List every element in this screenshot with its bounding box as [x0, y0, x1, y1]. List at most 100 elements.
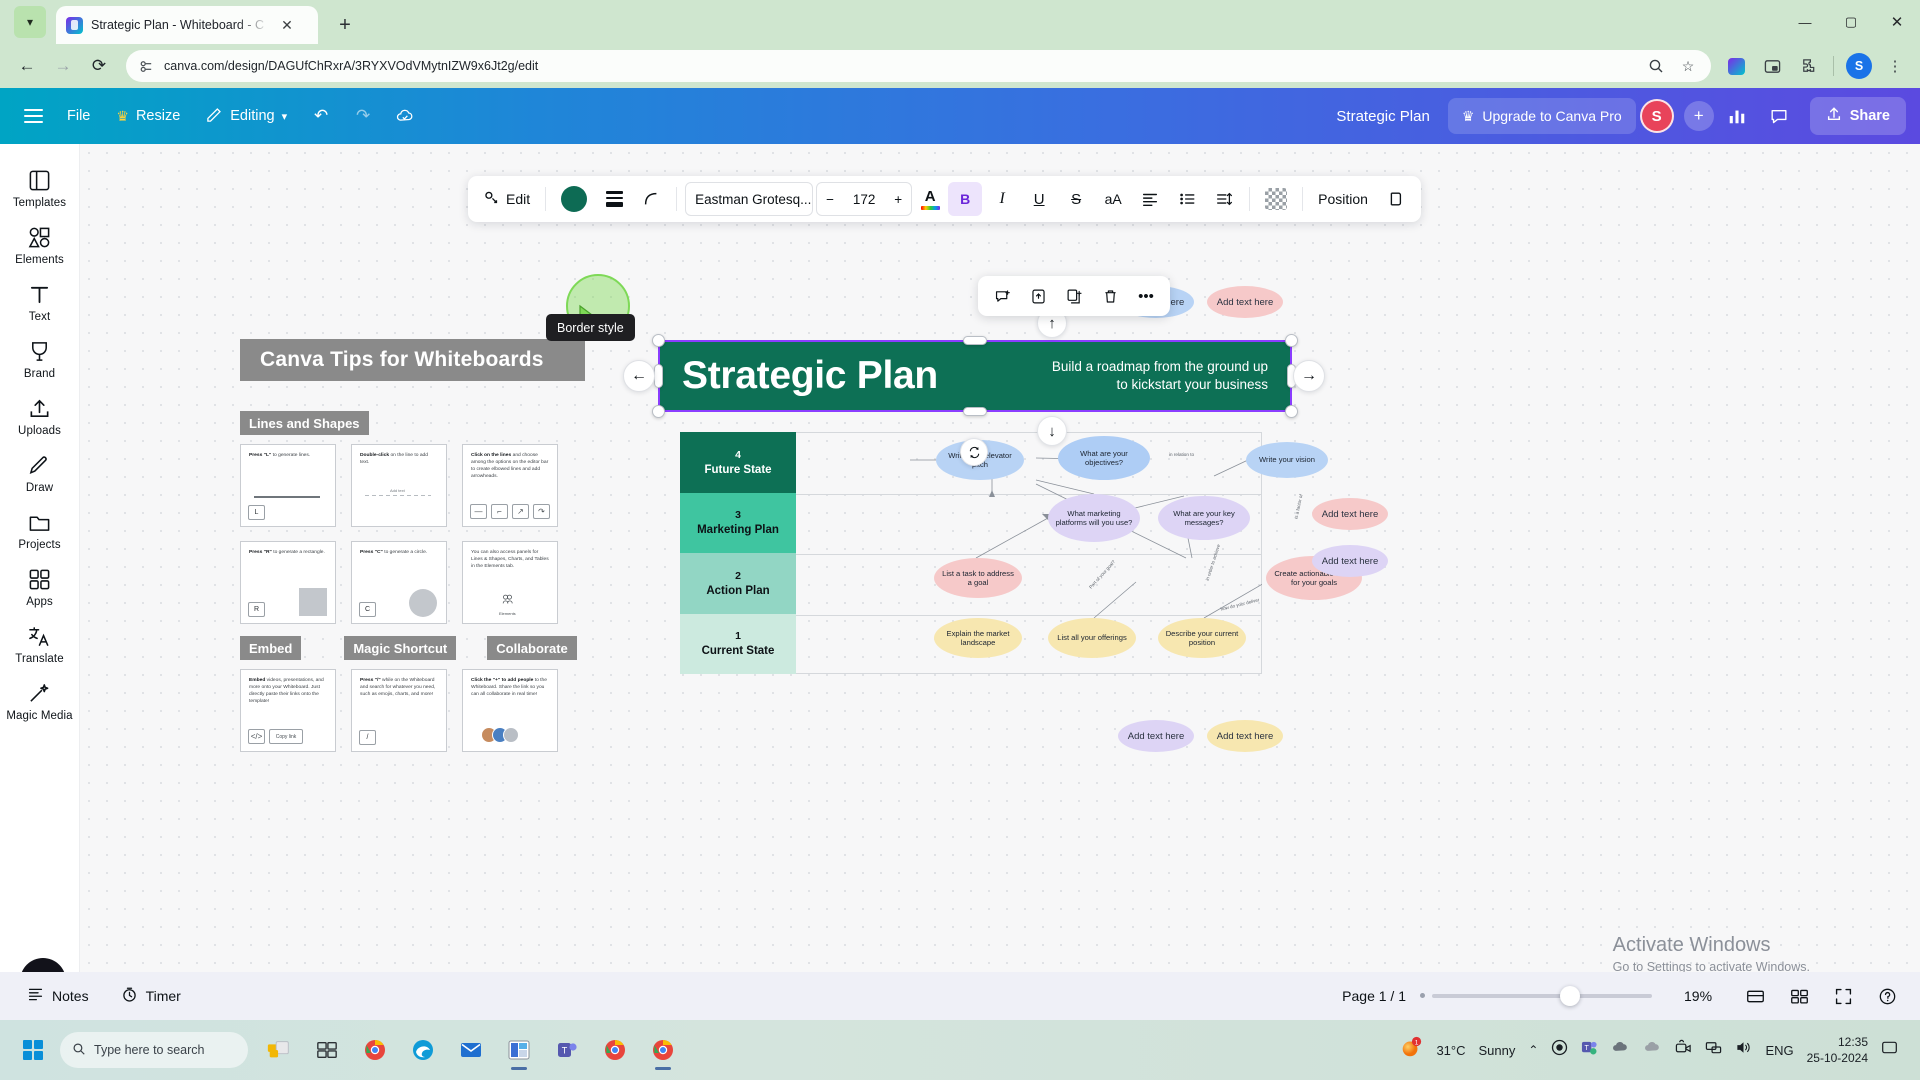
- extensions-puzzle-icon[interactable]: [1793, 51, 1823, 81]
- next-page-arrow[interactable]: →: [1293, 360, 1325, 392]
- matrix-row-marketing-plan[interactable]: 3 Marketing Plan: [680, 492, 796, 553]
- tray-onedrive-grey-icon[interactable]: [1611, 1038, 1630, 1062]
- sidebar-item-magic-media[interactable]: Magic Media: [3, 671, 77, 728]
- line-spacing-button[interactable]: [1207, 182, 1241, 216]
- chrome-menu-icon[interactable]: ⋮: [1880, 51, 1910, 81]
- sidebar-item-apps[interactable]: Apps: [3, 557, 77, 614]
- sidebar-item-uploads[interactable]: Uploads: [3, 386, 77, 443]
- tray-onedrive-icon[interactable]: [1643, 1038, 1662, 1062]
- reload-icon[interactable]: ⟳: [82, 49, 116, 83]
- sidebar-item-text[interactable]: Text: [3, 272, 77, 329]
- matrix-node[interactable]: What marketing platforms will you use?: [1048, 494, 1140, 542]
- sticky-note[interactable]: Add text here: [1207, 720, 1283, 752]
- line-curve-button[interactable]: [634, 182, 668, 216]
- weather-desc[interactable]: Sunny: [1479, 1043, 1516, 1058]
- tip-card[interactable]: Press "R" to generate a rectangle. R: [240, 541, 336, 624]
- main-menu-icon[interactable]: [14, 97, 52, 135]
- tray-record-icon[interactable]: [1551, 1039, 1568, 1061]
- tray-expand-icon[interactable]: ⌃: [1528, 1043, 1538, 1057]
- sidebar-item-draw[interactable]: Draw: [3, 443, 77, 500]
- matrix-row-future-state[interactable]: 4 Future State: [680, 432, 796, 493]
- comment-icon[interactable]: [986, 280, 1018, 312]
- tray-network-icon[interactable]: [1705, 1039, 1722, 1061]
- taskbar-app-chrome-1[interactable]: [354, 1027, 396, 1073]
- tip-card[interactable]: Double-click on the line to add text. Ad…: [351, 444, 447, 527]
- font-size-field[interactable]: − 172 +: [816, 182, 913, 216]
- resize-handle-top-right[interactable]: [1285, 334, 1298, 347]
- duplicate-icon[interactable]: [1058, 280, 1090, 312]
- taskbar-app-chrome-2[interactable]: [594, 1027, 636, 1073]
- document-title[interactable]: Strategic Plan: [1322, 108, 1443, 125]
- comment-icon[interactable]: [1760, 97, 1798, 135]
- forward-icon[interactable]: →: [46, 49, 80, 83]
- fill-color-button[interactable]: [554, 182, 594, 216]
- taskbar-app-canva-desktop[interactable]: [498, 1027, 540, 1073]
- sticky-note[interactable]: Add text here: [1118, 720, 1194, 752]
- share-button[interactable]: Share: [1809, 97, 1906, 135]
- tip-card[interactable]: Press "L" to generate lines. L: [240, 444, 336, 527]
- font-color-button[interactable]: A: [915, 183, 945, 215]
- taskbar-app-chrome-3[interactable]: [642, 1027, 684, 1073]
- prev-page-arrow[interactable]: ←: [623, 360, 655, 392]
- profile-avatar[interactable]: S: [1844, 51, 1874, 81]
- user-avatar[interactable]: S: [1639, 99, 1674, 133]
- taskbar-app-edge[interactable]: [402, 1027, 444, 1073]
- cloud-save-icon[interactable]: [386, 97, 424, 135]
- close-window-button[interactable]: ✕: [1874, 0, 1920, 44]
- tip-card[interactable]: You can also access panels for Lines & S…: [462, 541, 558, 624]
- resize-handle-bottom-left[interactable]: [652, 405, 665, 418]
- sticky-note[interactable]: Add text here: [1312, 498, 1388, 530]
- notifications-icon[interactable]: [1881, 1039, 1898, 1061]
- sticky-note[interactable]: Add text here: [1207, 286, 1283, 318]
- taskbar-app-widgets[interactable]: [258, 1027, 300, 1073]
- pages-grid-icon[interactable]: [1782, 979, 1816, 1013]
- extension-canva-icon[interactable]: [1721, 51, 1751, 81]
- canva-tips-board[interactable]: Canva Tips for Whiteboards Lines and Sha…: [240, 339, 640, 752]
- fullscreen-icon[interactable]: [1826, 979, 1860, 1013]
- taskbar-app-outlook[interactable]: [450, 1027, 492, 1073]
- file-menu[interactable]: File: [56, 99, 101, 133]
- weather-icon[interactable]: 1: [1399, 1036, 1423, 1065]
- resize-button[interactable]: ♛ Resize: [105, 99, 191, 133]
- grid-view-icon[interactable]: [1738, 979, 1772, 1013]
- whiteboard-canvas[interactable]: Edit Eastman Grotesq... − 172 + A B I U …: [80, 144, 1920, 1020]
- resize-handle-left-center[interactable]: [654, 364, 663, 388]
- strategic-plan-matrix[interactable]: 4 Future State 3 Marketing Plan 2 Action…: [680, 432, 1362, 674]
- extension-pip-icon[interactable]: [1757, 51, 1787, 81]
- sidebar-item-translate[interactable]: Translate: [3, 614, 77, 671]
- tip-card[interactable]: Press "/" while on the Whiteboard and se…: [351, 669, 447, 752]
- analytics-icon[interactable]: [1718, 97, 1756, 135]
- tray-volume-icon[interactable]: [1735, 1039, 1752, 1061]
- italic-button[interactable]: I: [985, 182, 1019, 216]
- editing-mode-dropdown[interactable]: Editing ▾: [195, 99, 298, 133]
- taskbar-clock[interactable]: 12:35 25-10-2024: [1807, 1034, 1868, 1066]
- help-icon[interactable]: [1870, 979, 1904, 1013]
- invite-members-button[interactable]: +: [1683, 101, 1714, 131]
- minimize-button[interactable]: —: [1782, 0, 1828, 44]
- sticky-note[interactable]: Add text here: [1312, 545, 1388, 577]
- taskbar-app-teams[interactable]: T: [546, 1027, 588, 1073]
- sidebar-item-templates[interactable]: Templates: [3, 158, 77, 215]
- resize-handle-bottom-center[interactable]: [963, 407, 987, 416]
- tab-search-caret-icon[interactable]: ▾: [14, 6, 46, 38]
- taskbar-app-task-view[interactable]: [306, 1027, 348, 1073]
- nudge-down-button[interactable]: ↓: [1037, 416, 1067, 446]
- matrix-node[interactable]: What are your objectives?: [1058, 436, 1150, 480]
- tip-card[interactable]: Click on the lines and choose among the …: [462, 444, 558, 527]
- more-options-button[interactable]: [1378, 182, 1412, 216]
- trash-icon[interactable]: [1094, 280, 1126, 312]
- back-icon[interactable]: ←: [10, 49, 44, 83]
- sidebar-item-elements[interactable]: Elements: [3, 215, 77, 272]
- redo-button[interactable]: ↷: [344, 97, 382, 135]
- lock-icon[interactable]: [1022, 280, 1054, 312]
- matrix-node[interactable]: List all your offerings: [1048, 618, 1136, 658]
- font-size-increase[interactable]: +: [894, 192, 902, 207]
- browser-tab[interactable]: Strategic Plan - Whiteboard - C ✕: [56, 6, 318, 44]
- tab-close-icon[interactable]: ✕: [277, 15, 297, 35]
- strikethrough-button[interactable]: S: [1059, 182, 1093, 216]
- resize-handle-top-left[interactable]: [652, 334, 665, 347]
- taskbar-search[interactable]: Type here to search: [60, 1032, 248, 1068]
- matrix-node[interactable]: List a task to address a goal: [934, 558, 1022, 598]
- font-family-field[interactable]: Eastman Grotesq...: [685, 182, 814, 216]
- text-align-button[interactable]: [1133, 182, 1167, 216]
